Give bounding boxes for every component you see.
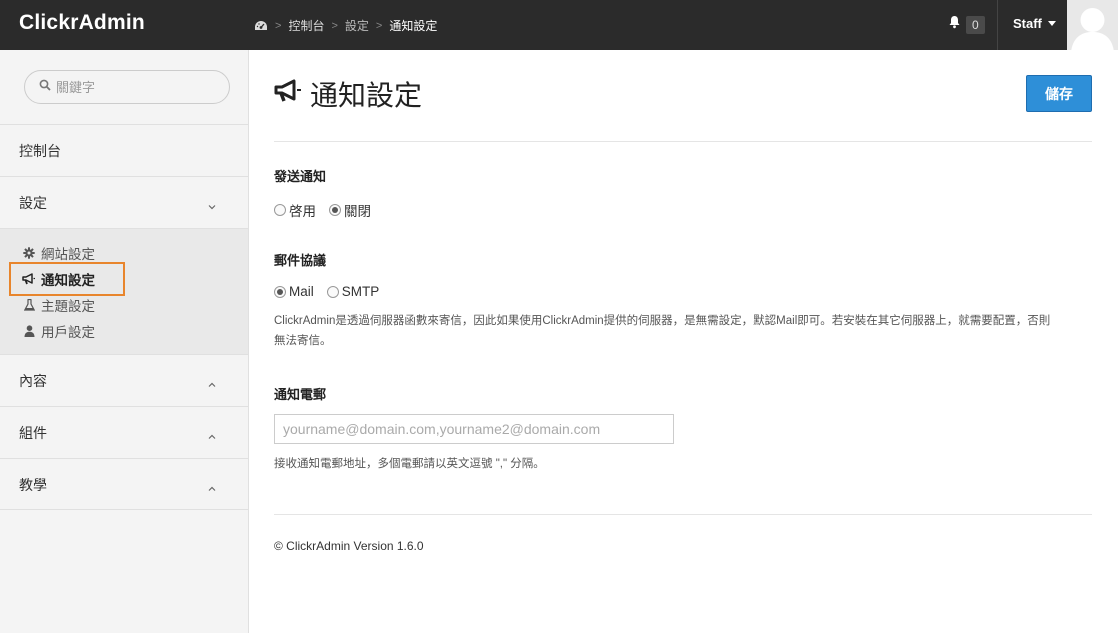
sidebar-divider bbox=[0, 509, 248, 510]
brand-logo[interactable]: ClickrAdmin bbox=[19, 11, 145, 35]
radio-button[interactable] bbox=[274, 204, 286, 216]
notification-count-badge: 0 bbox=[966, 15, 985, 34]
divider bbox=[274, 141, 1092, 142]
dashboard-icon[interactable] bbox=[254, 20, 268, 32]
search-icon bbox=[39, 78, 51, 96]
sidebar-item-components[interactable]: 組件 bbox=[0, 406, 248, 458]
breadcrumb-dashboard[interactable]: 控制台 bbox=[288, 17, 324, 34]
sidebar-item-dashboard[interactable]: 控制台 bbox=[0, 124, 248, 176]
help-text-line: ClickrAdmin是透過伺服器函數來寄信，因此如果使用ClickrAdmin… bbox=[274, 315, 1051, 327]
sidebar-item-label: 內容 bbox=[19, 372, 47, 389]
radio-button[interactable] bbox=[326, 285, 339, 298]
send-notice-label: 發送通知 bbox=[274, 169, 327, 184]
chevron-up-icon bbox=[208, 479, 216, 495]
bell-icon bbox=[948, 15, 961, 34]
radio-label: 啓用 bbox=[289, 204, 316, 219]
sidebar-item-settings[interactable]: 設定 bbox=[0, 176, 248, 228]
avatar[interactable] bbox=[1067, 0, 1118, 50]
user-name: Staff bbox=[1013, 16, 1042, 31]
navbar-divider bbox=[997, 0, 998, 50]
submenu-item-label: 網站設定 bbox=[41, 247, 95, 262]
user-icon bbox=[22, 325, 36, 337]
submenu-item-site-settings[interactable]: 網站設定 bbox=[22, 243, 95, 263]
submenu-item-theme-settings[interactable]: 主題設定 bbox=[22, 295, 95, 315]
user-menu-button[interactable]: Staff bbox=[1013, 16, 1056, 31]
caret-down-icon bbox=[1047, 21, 1056, 26]
sidebar-item-tutorials[interactable]: 教學 bbox=[0, 458, 248, 510]
breadcrumb-separator: > bbox=[375, 19, 383, 32]
breadcrumb-separator: > bbox=[331, 19, 338, 32]
radio-enable[interactable]: 啓用 bbox=[274, 200, 316, 220]
sidebar-search bbox=[24, 70, 230, 104]
mail-protocol-radio-group: Mail SMTP bbox=[274, 284, 392, 299]
radio-label: Mail bbox=[289, 284, 314, 299]
radio-mail[interactable]: Mail bbox=[274, 284, 314, 299]
page-title: 通知設定 bbox=[274, 74, 422, 114]
breadcrumb: > 控制台 > 設定 > 通知設定 bbox=[254, 17, 437, 34]
send-notice-radio-group: 啓用 關閉 bbox=[274, 200, 384, 220]
sidebar-item-label: 控制台 bbox=[19, 142, 61, 159]
radio-disable[interactable]: 關閉 bbox=[329, 200, 371, 220]
sidebar-item-content[interactable]: 內容 bbox=[0, 354, 248, 406]
chevron-up-icon bbox=[208, 427, 216, 443]
notice-email-input[interactable] bbox=[274, 414, 674, 444]
notifications-button[interactable]: 0 bbox=[948, 15, 985, 34]
sidebar: 控制台 設定 網站設定 通知設定 主題設定 bbox=[0, 50, 249, 633]
footer-version: © ClickrAdmin Version 1.6.0 bbox=[274, 539, 424, 553]
bullhorn-icon bbox=[274, 78, 310, 110]
help-text-line: 無法寄信。 bbox=[274, 335, 332, 347]
radio-button-selected[interactable] bbox=[329, 204, 341, 216]
chevron-down-icon bbox=[208, 197, 216, 213]
breadcrumb-separator: > bbox=[275, 19, 282, 32]
save-button[interactable]: 儲存 bbox=[1026, 75, 1092, 112]
sidebar-item-label: 組件 bbox=[19, 424, 47, 441]
page-title-text: 通知設定 bbox=[310, 80, 423, 111]
top-navbar: ClickrAdmin > 控制台 > 設定 > 通知設定 0 Staff bbox=[0, 0, 1118, 50]
submenu-item-user-settings[interactable]: 用戶設定 bbox=[22, 321, 95, 341]
sidebar-item-label: 設定 bbox=[19, 194, 47, 211]
mail-protocol-help: ClickrAdmin是透過伺服器函數來寄信，因此如果使用ClickrAdmin… bbox=[274, 311, 1092, 351]
notice-email-label: 通知電郵 bbox=[274, 387, 327, 402]
divider bbox=[274, 514, 1092, 515]
sidebar-item-label: 教學 bbox=[19, 476, 47, 493]
submenu-item-label: 用戶設定 bbox=[41, 325, 95, 340]
notice-email-help: 接收通知電郵地址，多個電郵請以英文逗號 "," 分隔。 bbox=[274, 458, 545, 470]
breadcrumb-current: 通知設定 bbox=[389, 19, 438, 33]
search-input[interactable] bbox=[56, 79, 216, 95]
gear-icon bbox=[22, 247, 36, 259]
breadcrumb-settings[interactable]: 設定 bbox=[345, 17, 369, 34]
radio-smtp[interactable]: SMTP bbox=[326, 284, 380, 299]
highlight-box bbox=[9, 262, 125, 296]
radio-label: 關閉 bbox=[344, 204, 371, 219]
mail-protocol-label: 郵件協議 bbox=[274, 253, 327, 268]
radio-label: SMTP bbox=[341, 284, 380, 299]
submenu-item-label: 主題設定 bbox=[41, 299, 95, 314]
radio-button-selected[interactable] bbox=[274, 285, 286, 298]
chevron-up-icon bbox=[208, 375, 216, 391]
flask-icon bbox=[22, 299, 36, 311]
